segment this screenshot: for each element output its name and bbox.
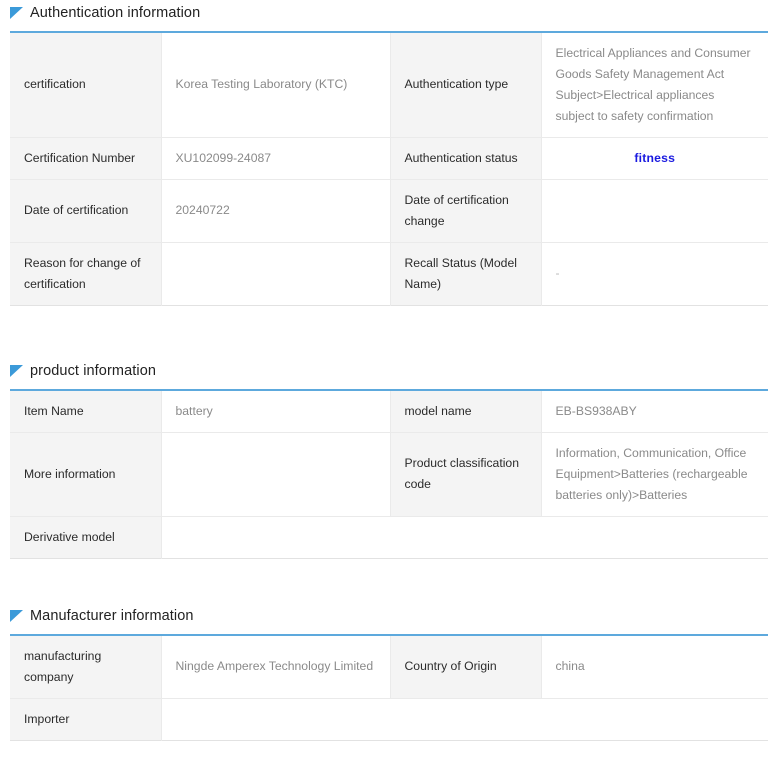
row-label-manufacturing-company: manufacturing company [10, 635, 161, 698]
table-row: Importer [10, 698, 768, 740]
flag-icon [10, 7, 23, 19]
row-label-recall-status: Recall Status (Model Name) [390, 242, 541, 305]
table-row: More information Product classification … [10, 432, 768, 516]
row-value-manufacturing-company: Ningde Amperex Technology Limited [161, 635, 390, 698]
section-title-product: product information [30, 364, 156, 379]
row-value-item-name: battery [161, 390, 390, 432]
table-row: certification Korea Testing Laboratory (… [10, 32, 768, 137]
row-value-recall-status: - [541, 242, 768, 305]
row-value-reason-for-change [161, 242, 390, 305]
flag-icon [10, 365, 23, 377]
row-label-more-information: More information [10, 432, 161, 516]
section-header-authentication: Authentication information [10, 0, 768, 26]
status-badge[interactable]: fitness [634, 151, 675, 165]
row-value-country-of-origin: china [541, 635, 768, 698]
row-value-date-of-certification-change [541, 179, 768, 242]
row-label-model-name: model name [390, 390, 541, 432]
manufacturer-information-table: manufacturing company Ningde Amperex Tec… [10, 634, 768, 741]
row-value-authentication-status: fitness [541, 137, 768, 179]
row-label-authentication-status: Authentication status [390, 137, 541, 179]
row-value-certification: Korea Testing Laboratory (KTC) [161, 32, 390, 137]
row-label-reason-for-change: Reason for change of certification [10, 242, 161, 305]
section-product-information: product information Item Name battery mo… [0, 358, 778, 559]
row-label-country-of-origin: Country of Origin [390, 635, 541, 698]
table-row: Derivative model [10, 516, 768, 558]
row-label-certification: certification [10, 32, 161, 137]
row-value-model-name: EB-BS938ABY [541, 390, 768, 432]
section-header-product: product information [10, 358, 768, 384]
row-value-derivative-model [161, 516, 768, 558]
table-row: Certification Number XU102099-24087 Auth… [10, 137, 768, 179]
row-label-importer: Importer [10, 698, 161, 740]
row-value-date-of-certification: 20240722 [161, 179, 390, 242]
table-row: Item Name battery model name EB-BS938ABY [10, 390, 768, 432]
row-label-derivative-model: Derivative model [10, 516, 161, 558]
section-authentication-information: Authentication information certification… [0, 0, 778, 306]
section-title-authentication: Authentication information [30, 6, 200, 21]
row-value-more-information [161, 432, 390, 516]
section-title-manufacturer: Manufacturer information [30, 609, 194, 624]
row-label-item-name: Item Name [10, 390, 161, 432]
certification-detail-page: Authentication information certification… [0, 0, 778, 759]
row-label-date-of-certification-change: Date of certification change [390, 179, 541, 242]
table-row: Date of certification 20240722 Date of c… [10, 179, 768, 242]
authentication-information-table: certification Korea Testing Laboratory (… [10, 31, 768, 306]
row-label-product-classification-code: Product classification code [390, 432, 541, 516]
row-label-date-of-certification: Date of certification [10, 179, 161, 242]
row-value-importer [161, 698, 768, 740]
product-information-table: Item Name battery model name EB-BS938ABY… [10, 389, 768, 559]
flag-icon [10, 610, 23, 622]
table-row: manufacturing company Ningde Amperex Tec… [10, 635, 768, 698]
table-row: Reason for change of certification Recal… [10, 242, 768, 305]
section-header-manufacturer: Manufacturer information [10, 603, 768, 629]
row-value-authentication-type: Electrical Appliances and Consumer Goods… [541, 32, 768, 137]
row-label-authentication-type: Authentication type [390, 32, 541, 137]
row-value-product-classification-code: Information, Communication, Office Equip… [541, 432, 768, 516]
row-value-certification-number: XU102099-24087 [161, 137, 390, 179]
section-manufacturer-information: Manufacturer information manufacturing c… [0, 603, 778, 741]
row-label-certification-number: Certification Number [10, 137, 161, 179]
